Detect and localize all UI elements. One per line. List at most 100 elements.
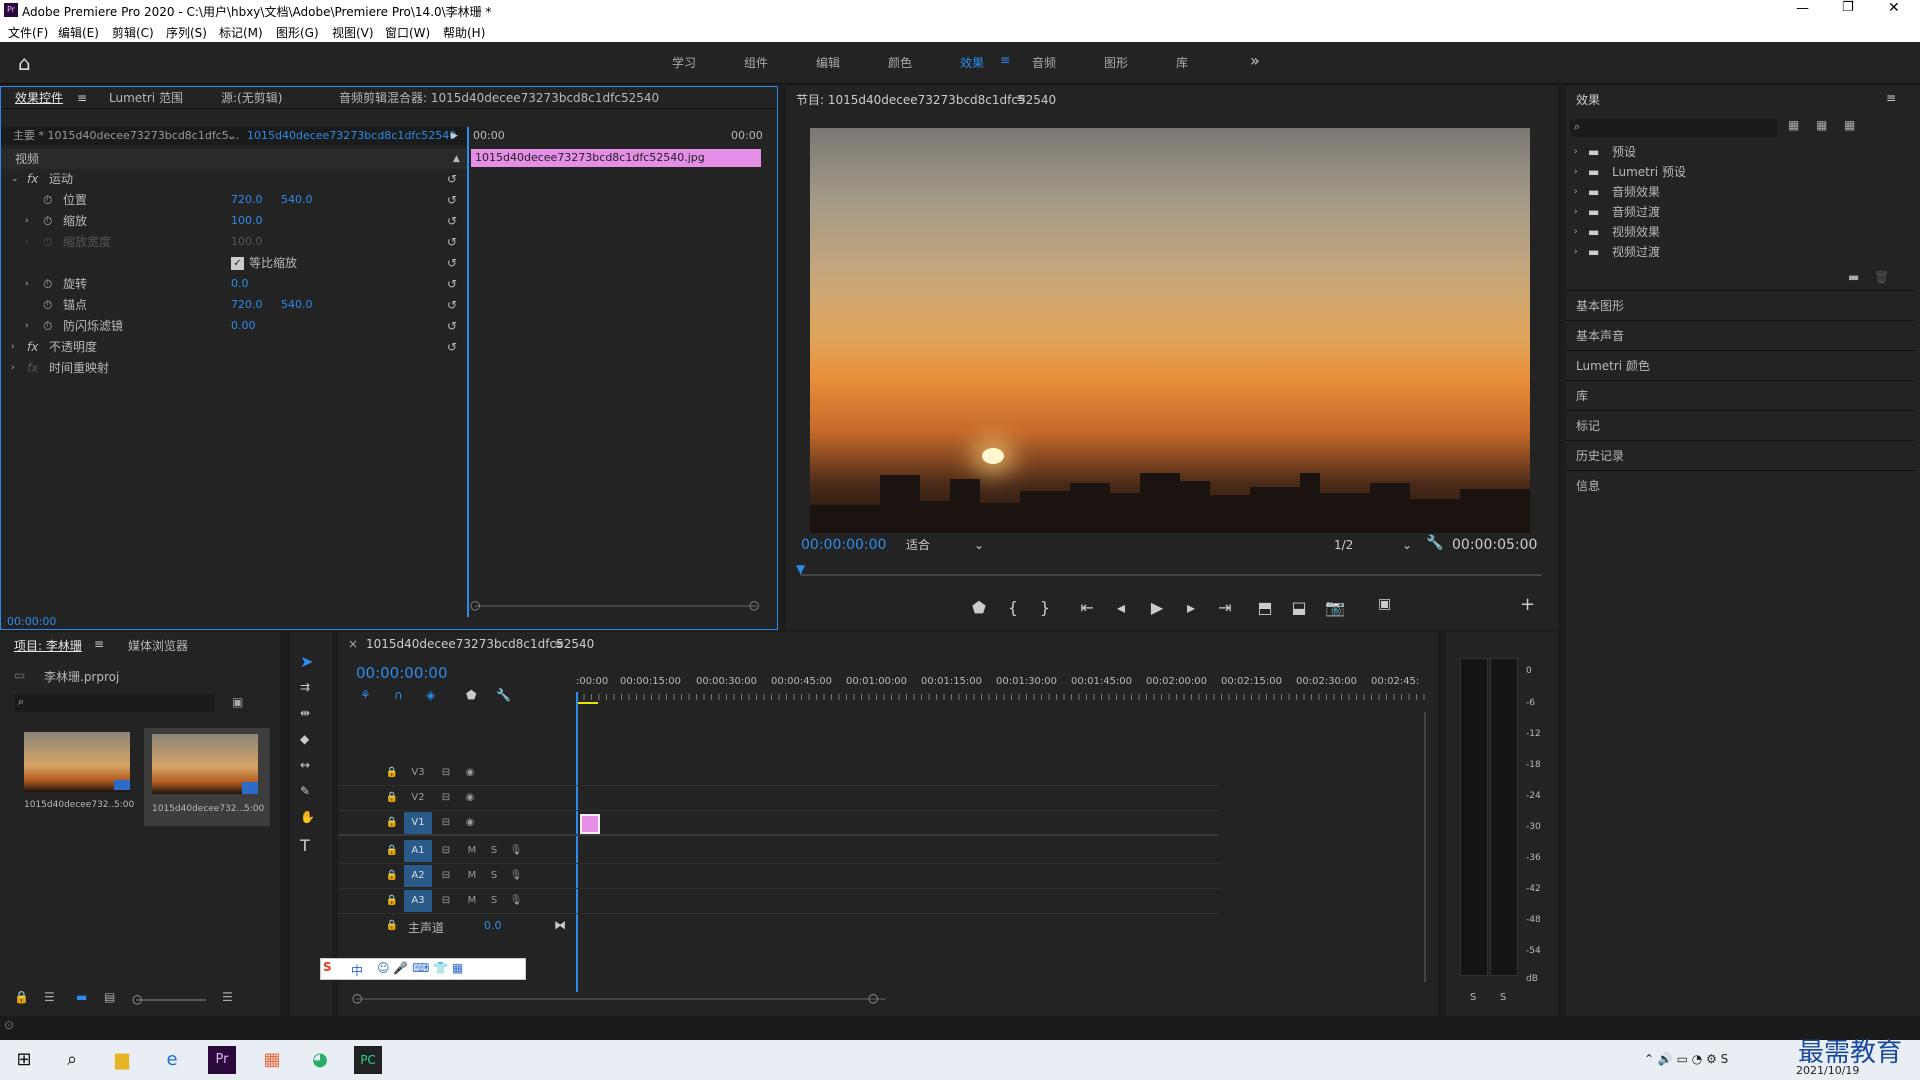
snap-icon[interactable]: ∩ [394, 688, 403, 702]
menu-help[interactable]: 帮助(H) [443, 24, 485, 41]
tab-effect-controls[interactable]: 效果控件 [15, 87, 63, 109]
new-bin-icon[interactable]: ▬ [1848, 270, 1859, 284]
go-to-out-icon[interactable]: ⇥ [1212, 596, 1238, 620]
section-history[interactable]: 历史记录 [1566, 440, 1914, 470]
sync-lock-icon[interactable]: ⊟ [432, 840, 460, 862]
lock-icon[interactable]: 🔒 [378, 840, 406, 862]
panel-menu-icon[interactable]: ≡ [554, 637, 564, 651]
selection-tool-icon[interactable]: ➤ [300, 652, 313, 671]
pycharm-icon[interactable]: PC [354, 1046, 382, 1074]
mark-in-icon[interactable]: { [1000, 596, 1026, 620]
wrench-icon[interactable]: 🔧 [1426, 535, 1443, 551]
panel-menu-icon[interactable]: ≡ [1016, 91, 1026, 105]
ec-timecode[interactable]: 00:00:00 [7, 615, 56, 628]
expand-icon[interactable]: › [11, 358, 15, 378]
project-search-input[interactable]: ⌕ [14, 694, 214, 712]
timeline-vscroll[interactable] [1424, 712, 1426, 982]
stopwatch-icon[interactable]: ⏱ [43, 316, 52, 336]
tab-menu-icon[interactable]: ≡ [77, 87, 87, 109]
ime-mode[interactable]: 中 [351, 962, 363, 979]
add-marker-icon[interactable]: ⬟ [966, 596, 992, 620]
home-icon[interactable]: ⌂ [18, 51, 31, 75]
icon-view-icon[interactable]: ▬ [76, 990, 87, 1004]
panel-menu-icon[interactable]: ≡ [1886, 91, 1896, 105]
lock-icon[interactable]: 🔒 [378, 890, 406, 912]
expand-icon[interactable]: › [1574, 182, 1578, 203]
step-forward-icon[interactable]: ▸ [1178, 596, 1204, 620]
panel-menu-icon[interactable]: ≡ [94, 637, 104, 651]
sync-lock-icon[interactable]: ⊟ [432, 865, 460, 887]
track-label[interactable]: A2 [404, 865, 432, 887]
list-view-icon[interactable]: ☰ [44, 990, 55, 1004]
effects-search-input[interactable]: ⌕ [1570, 119, 1778, 137]
lock-icon[interactable]: 🔒 [378, 812, 406, 834]
play-triangle-icon[interactable]: ▶ [451, 127, 458, 145]
menu-clip[interactable]: 剪辑(C) [112, 24, 154, 41]
status-icon[interactable]: ⊙ [4, 1018, 14, 1032]
stopwatch-icon[interactable]: ⏱ [43, 274, 52, 294]
uniform-scale-row[interactable]: ✓ 等比缩放 ↺ [1, 253, 467, 273]
mic-icon[interactable]: 🎙 [502, 890, 530, 912]
expand-icon[interactable]: › [25, 211, 29, 231]
reset-icon[interactable]: ↺ [447, 190, 457, 210]
reset-icon[interactable]: ↺ [447, 316, 457, 336]
workspace-graphics[interactable]: 图形 [1104, 54, 1128, 71]
solo-right-button[interactable]: S [1500, 992, 1506, 1003]
master-clip-label[interactable]: 主要 * 1015d40decee73273bcd8c1dfc5... [13, 127, 239, 145]
32bit-effects-icon[interactable]: ▦ [1816, 118, 1827, 132]
anti-flicker-row[interactable]: › ⏱ 防闪烁滤镜 0.00 ↺ [1, 316, 467, 336]
solo-left-button[interactable]: S [1470, 992, 1476, 1003]
more-workspaces-icon[interactable]: » [1250, 51, 1260, 70]
sync-lock-icon[interactable]: ⊟ [432, 890, 460, 912]
comparison-view-icon[interactable]: ▣ [1378, 596, 1391, 612]
scale-row[interactable]: › ⏱ 缩放 100.0 ↺ [1, 211, 467, 231]
expand-icon[interactable]: › [1574, 242, 1578, 263]
menu-edit[interactable]: 编辑(E) [58, 24, 99, 41]
stopwatch-icon[interactable]: ⏱ [43, 211, 52, 231]
program-scrubber[interactable] [800, 574, 1542, 576]
scroll-handle-icon[interactable]: ○ [749, 598, 759, 612]
time-remap-row[interactable]: › fx 时间重映射 [1, 358, 467, 378]
mark-out-icon[interactable]: } [1032, 596, 1058, 620]
ec-clip-bar[interactable]: 1015d40decee73273bcd8c1dfc52540.jpg [471, 149, 761, 167]
go-to-in-icon[interactable]: ⇤ [1074, 596, 1100, 620]
stopwatch-icon[interactable]: ⏱ [43, 295, 52, 315]
timeline-hscroll[interactable] [356, 998, 886, 1000]
project-item[interactable]: 1015d40decee732... 5:00 [144, 728, 270, 826]
track-label[interactable]: V2 [404, 787, 432, 809]
menu-marker[interactable]: 标记(M) [219, 24, 263, 41]
section-info[interactable]: 信息 [1566, 470, 1914, 500]
tab-lumetri-scopes[interactable]: Lumetri 范围 [109, 87, 183, 109]
trash-icon[interactable]: 🗑 [1874, 270, 1889, 284]
fit-dropdown[interactable]: 适合 ⌄ [906, 536, 986, 554]
reset-icon[interactable]: ↺ [447, 337, 457, 357]
dropdown-icon[interactable]: ⌄ [227, 127, 236, 145]
prop-value[interactable]: 0.0 [231, 274, 249, 294]
nest-icon[interactable]: ⚘ [360, 688, 371, 702]
stopwatch-icon[interactable]: ⏱ [43, 190, 52, 210]
pen-tool-icon[interactable]: ✎ [300, 784, 310, 798]
reset-icon[interactable]: ↺ [447, 232, 457, 252]
menu-sequence[interactable]: 序列(S) [166, 24, 207, 41]
play-icon[interactable]: ▶ [1144, 596, 1170, 620]
rotation-row[interactable]: › ⏱ 旋转 0.0 ↺ [1, 274, 467, 294]
app-taskbar-icon[interactable]: ▦ [258, 1046, 286, 1074]
restore-icon[interactable]: ❐ [1842, 0, 1854, 15]
close-icon[interactable]: ✕ [1888, 0, 1900, 16]
windows-start-icon[interactable]: ⊞ [10, 1046, 38, 1074]
eye-icon[interactable]: ◉ [456, 787, 484, 809]
lock-icon[interactable]: 🔒 [378, 787, 406, 809]
fx-icon[interactable]: fx [27, 337, 38, 357]
project-item[interactable]: 1015d40decee732... 5:00 [18, 728, 138, 820]
razor-tool-icon[interactable]: ◆ [300, 732, 309, 746]
master-expand-icon[interactable]: ⧓ [554, 918, 566, 932]
resolution-dropdown[interactable]: 1/2 ⌄ [1334, 536, 1414, 554]
track-label[interactable]: A1 [404, 840, 432, 862]
prop-value-x[interactable]: 720.0 [231, 295, 263, 315]
work-area-bar[interactable] [578, 702, 598, 704]
mic-icon[interactable]: 🎙 [502, 865, 530, 887]
tray-icons[interactable]: ⌃ 🔊 ▭ ◔ ⚙ S [1644, 1052, 1728, 1066]
section-markers[interactable]: 标记 [1566, 410, 1914, 440]
reset-icon[interactable]: ↺ [447, 253, 457, 273]
ime-toolbar[interactable]: S 中 ☺ 🎤 ⌨ 👕 ▦ [320, 958, 526, 980]
